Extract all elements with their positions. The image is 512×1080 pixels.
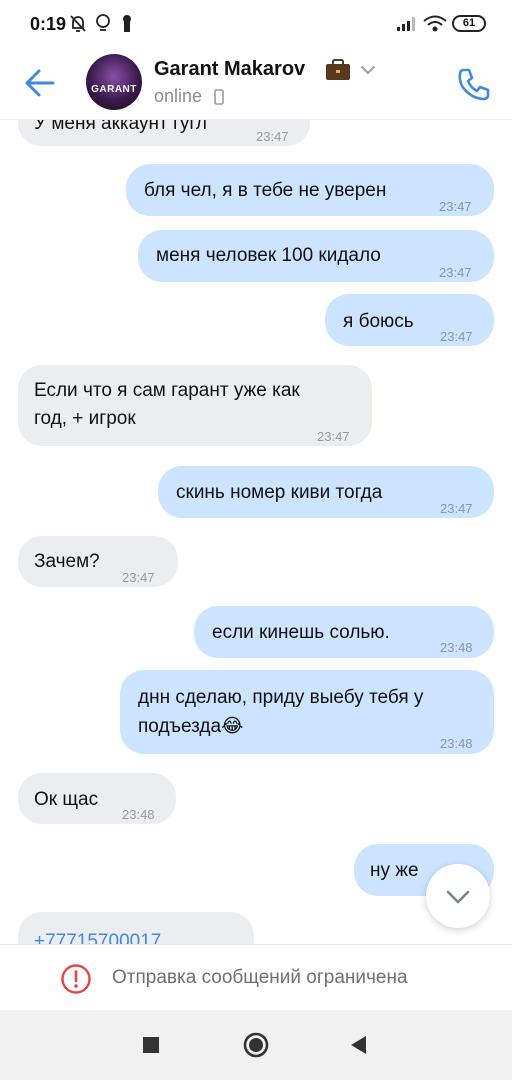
home-circle-icon[interactable] xyxy=(241,1030,271,1060)
message-text: ну же xyxy=(370,860,419,881)
message-incoming[interactable]: Зачем? 23:47 xyxy=(18,536,178,587)
message-time: 23:47 xyxy=(122,570,155,585)
system-nav-bar xyxy=(0,1010,512,1080)
chevron-down-icon[interactable] xyxy=(360,64,376,76)
back-arrow-icon[interactable] xyxy=(20,62,62,104)
message-phone-link[interactable]: +77715700017 xyxy=(34,928,161,944)
signal-icon xyxy=(397,17,415,31)
message-list[interactable]: У меня аккаунт гугл 23:47 бля чел, я в т… xyxy=(0,120,512,944)
message-text-line-2: год, + игрок xyxy=(34,408,136,429)
message-incoming[interactable]: Если что я сам гарант уже как год, + игр… xyxy=(18,365,372,446)
wifi-icon xyxy=(423,15,447,32)
message-time: 23:47 xyxy=(439,265,472,280)
message-time: 23:47 xyxy=(440,329,473,344)
message-outgoing[interactable]: днн сделаю, приду выебу тебя у подъезда😂… xyxy=(120,670,494,754)
message-text-line-1: днн сделаю, приду выебу тебя у xyxy=(138,687,424,708)
message-text: я боюсь xyxy=(343,311,414,332)
back-triangle-icon[interactable] xyxy=(344,1030,374,1060)
warning-circle-icon xyxy=(61,964,91,994)
message-time: 23:47 xyxy=(317,429,350,444)
message-time: 23:48 xyxy=(440,640,473,655)
avatar[interactable]: GARANT xyxy=(86,54,142,110)
message-time: 23:47 xyxy=(256,129,289,144)
message-text-line-2: подъезда😂 xyxy=(138,716,244,737)
message-time: 23:48 xyxy=(440,736,473,751)
alarm-off-icon xyxy=(70,15,86,32)
contact-name[interactable]: Garant Makarov xyxy=(154,58,305,81)
bulb-icon xyxy=(96,14,110,31)
keyhole-icon xyxy=(123,15,131,32)
messaging-restricted-banner: Отправка сообщений ограничена xyxy=(0,944,512,1010)
chevron-down-icon xyxy=(446,890,470,904)
message-time: 23:48 xyxy=(122,807,155,822)
scroll-to-bottom-button[interactable] xyxy=(426,864,490,928)
message-outgoing[interactable]: меня человек 100 кидало 23:47 xyxy=(138,230,494,282)
contact-status: online xyxy=(154,86,203,106)
battery-icon: 61 xyxy=(452,15,486,32)
avatar-text: GARANT xyxy=(91,84,137,95)
message-text: У меня аккаунт гугл xyxy=(34,120,208,134)
message-text: Ок щас xyxy=(34,789,99,810)
chat-header: GARANT Garant Makarov online xyxy=(0,48,512,120)
status-time: 0:19 xyxy=(30,14,67,34)
message-outgoing[interactable]: я боюсь 23:47 xyxy=(325,294,494,346)
message-text-line-1: Если что я сам гарант уже как xyxy=(34,380,300,401)
mobile-phone-icon xyxy=(214,89,224,105)
restriction-text: Отправка сообщений ограничена xyxy=(112,967,408,988)
message-outgoing[interactable]: скинь номер киви тогда 23:47 xyxy=(158,466,494,518)
message-time: 23:47 xyxy=(439,199,472,214)
briefcase-icon xyxy=(326,59,350,80)
message-text: если кинешь солью. xyxy=(212,622,390,643)
message-text: бля чел, я в тебе не уверен xyxy=(144,180,387,201)
message-time: 23:47 xyxy=(440,501,473,516)
recent-apps-square-icon[interactable] xyxy=(136,1030,166,1060)
message-incoming[interactable]: Ок щас 23:48 xyxy=(18,773,176,824)
message-incoming[interactable]: У меня аккаунт гугл 23:47 xyxy=(18,120,310,146)
message-outgoing[interactable]: если кинешь солью. 23:48 xyxy=(194,606,494,658)
message-text: скинь номер киви тогда xyxy=(176,482,383,503)
message-incoming[interactable]: +77715700017 xyxy=(18,912,254,944)
message-text: Зачем? xyxy=(34,551,100,572)
message-outgoing[interactable]: бля чел, я в тебе не уверен 23:47 xyxy=(126,164,494,216)
status-bar: 0:19 61 xyxy=(0,0,512,48)
message-text: меня человек 100 кидало xyxy=(156,245,381,266)
phone-call-icon[interactable] xyxy=(452,62,496,106)
